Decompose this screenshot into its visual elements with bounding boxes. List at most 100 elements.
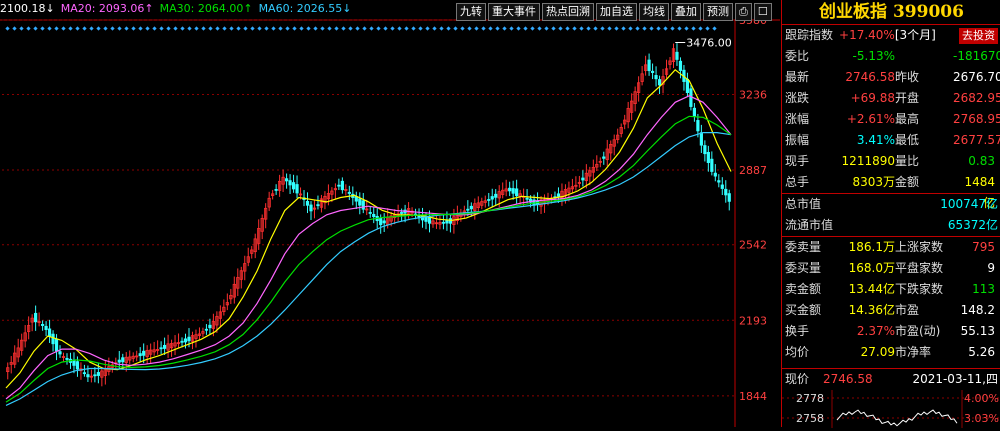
event-marker[interactable] <box>614 26 619 31</box>
event-marker[interactable] <box>215 26 220 31</box>
event-marker[interactable] <box>334 26 339 31</box>
event-marker[interactable] <box>278 26 283 31</box>
event-marker[interactable] <box>467 26 472 31</box>
event-marker[interactable] <box>355 26 360 31</box>
event-marker[interactable] <box>369 26 374 31</box>
event-marker[interactable] <box>243 26 248 31</box>
event-marker[interactable] <box>222 26 227 31</box>
event-marker[interactable] <box>628 26 633 31</box>
event-marker[interactable] <box>348 26 353 31</box>
event-marker[interactable] <box>68 26 73 31</box>
event-marker[interactable] <box>33 26 38 31</box>
toolbar-button[interactable]: 九转 <box>456 3 486 21</box>
event-marker[interactable] <box>313 26 318 31</box>
price-chart[interactable]: 3580323628872542219318443476.00 <box>0 0 780 427</box>
event-marker[interactable] <box>159 26 164 31</box>
event-marker[interactable] <box>502 26 507 31</box>
event-marker[interactable] <box>201 26 206 31</box>
event-marker[interactable] <box>474 26 479 31</box>
event-marker[interactable] <box>103 26 108 31</box>
event-marker[interactable] <box>558 26 563 31</box>
event-marker[interactable] <box>54 26 59 31</box>
event-marker[interactable] <box>432 26 437 31</box>
event-marker[interactable] <box>257 26 262 31</box>
event-marker[interactable] <box>5 26 10 31</box>
event-marker[interactable] <box>684 26 689 31</box>
event-marker[interactable] <box>572 26 577 31</box>
event-marker[interactable] <box>12 26 17 31</box>
toolbar-button[interactable]: 均线 <box>639 3 669 21</box>
event-marker[interactable] <box>642 26 647 31</box>
event-marker[interactable] <box>250 26 255 31</box>
event-marker[interactable] <box>47 26 52 31</box>
event-marker[interactable] <box>418 26 423 31</box>
event-marker[interactable] <box>621 26 626 31</box>
event-marker[interactable] <box>411 26 416 31</box>
toolbar-button[interactable]: 重大事件 <box>488 3 540 21</box>
event-marker[interactable] <box>446 26 451 31</box>
toolbar-button[interactable]: 预测 <box>703 3 733 21</box>
event-marker[interactable] <box>285 26 290 31</box>
event-marker[interactable] <box>271 26 276 31</box>
event-marker[interactable] <box>124 26 129 31</box>
event-marker[interactable] <box>705 26 710 31</box>
event-marker[interactable] <box>19 26 24 31</box>
event-marker[interactable] <box>138 26 143 31</box>
toolbar-button[interactable]: 加自选 <box>596 3 637 21</box>
chart-area[interactable]: 3580323628872542219318443476.00 2100.18↓… <box>0 0 780 427</box>
event-marker[interactable] <box>320 26 325 31</box>
event-marker[interactable] <box>495 26 500 31</box>
event-marker[interactable] <box>362 26 367 31</box>
event-marker[interactable] <box>208 26 213 31</box>
event-marker[interactable] <box>712 26 717 31</box>
event-marker[interactable] <box>40 26 45 31</box>
event-marker[interactable] <box>236 26 241 31</box>
event-marker[interactable] <box>698 26 703 31</box>
toolbar-button[interactable]: 热点回溯 <box>542 3 594 21</box>
event-marker[interactable] <box>460 26 465 31</box>
event-marker[interactable] <box>299 26 304 31</box>
intraday-chart[interactable]: 2778 2758 4.00% 3.03% <box>782 390 1000 428</box>
event-marker[interactable] <box>509 26 514 31</box>
event-marker[interactable] <box>390 26 395 31</box>
event-marker[interactable] <box>383 26 388 31</box>
mini-chart[interactable]: 现价 2746.58 2021-03-11,四 2778 2758 4.00% 3.0… <box>782 368 1000 428</box>
event-marker[interactable] <box>530 26 535 31</box>
event-marker[interactable] <box>649 26 654 31</box>
event-marker[interactable] <box>75 26 80 31</box>
event-marker[interactable] <box>663 26 668 31</box>
event-marker[interactable] <box>292 26 297 31</box>
event-marker[interactable] <box>96 26 101 31</box>
event-marker[interactable] <box>110 26 115 31</box>
event-marker[interactable] <box>523 26 528 31</box>
event-marker[interactable] <box>89 26 94 31</box>
event-marker[interactable] <box>565 26 570 31</box>
event-marker[interactable] <box>656 26 661 31</box>
event-marker[interactable] <box>677 26 682 31</box>
event-marker[interactable] <box>327 26 332 31</box>
event-marker[interactable] <box>341 26 346 31</box>
event-marker[interactable] <box>579 26 584 31</box>
event-marker[interactable] <box>607 26 612 31</box>
event-marker[interactable] <box>166 26 171 31</box>
event-marker[interactable] <box>145 26 150 31</box>
event-marker[interactable] <box>691 26 696 31</box>
event-marker[interactable] <box>117 26 122 31</box>
event-marker[interactable] <box>152 26 157 31</box>
event-marker[interactable] <box>439 26 444 31</box>
event-marker[interactable] <box>194 26 199 31</box>
event-marker[interactable] <box>516 26 521 31</box>
event-marker[interactable] <box>600 26 605 31</box>
event-marker[interactable] <box>82 26 87 31</box>
event-marker[interactable] <box>537 26 542 31</box>
event-marker[interactable] <box>551 26 556 31</box>
event-marker[interactable] <box>586 26 591 31</box>
event-marker[interactable] <box>453 26 458 31</box>
invest-button[interactable]: 去投资 <box>959 27 998 44</box>
event-marker[interactable] <box>670 26 675 31</box>
event-marker[interactable] <box>187 26 192 31</box>
event-marker[interactable] <box>593 26 598 31</box>
event-marker[interactable] <box>404 26 409 31</box>
event-marker[interactable] <box>635 26 640 31</box>
event-marker[interactable] <box>229 26 234 31</box>
